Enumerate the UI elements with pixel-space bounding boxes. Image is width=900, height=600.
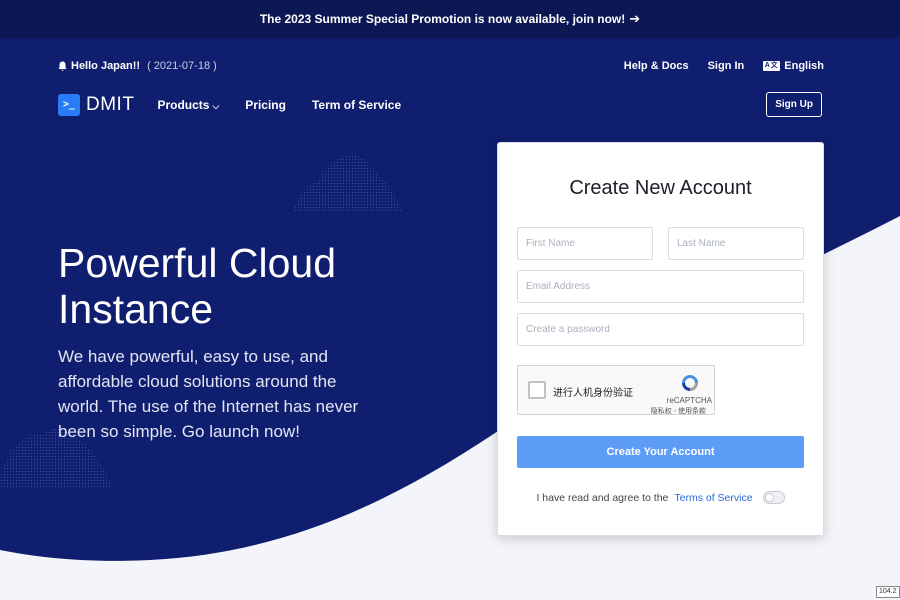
language-selector[interactable]: A文 English <box>763 60 824 72</box>
email-placeholder: Email Address <box>526 281 590 292</box>
help-docs-link[interactable]: Help & Docs <box>624 60 689 72</box>
sign-up-button[interactable]: Sign Up <box>766 92 822 117</box>
greeting-date: ( 2021-07-18 ) <box>147 60 217 72</box>
nav-item-terms[interactable]: Term of Service <box>312 98 401 112</box>
hero-subtext: We have powerful, easy to use, and affor… <box>58 347 359 441</box>
hero-headline: Powerful Cloud Instance <box>58 240 337 332</box>
corner-tag: 104.2 <box>876 586 900 598</box>
first-name-placeholder: First Name <box>526 238 575 249</box>
agree-toggle[interactable] <box>762 491 785 504</box>
chevron-down-icon: ⌵ <box>212 100 220 111</box>
language-label: English <box>784 60 824 72</box>
top-links: Help & Docs Sign In A文 English <box>624 60 824 72</box>
top-bar: Hello Japan!! ( 2021-07-18 ) Help & Docs… <box>58 58 824 74</box>
brand-name: DMIT <box>86 93 135 115</box>
first-name-field[interactable]: First Name <box>517 227 653 260</box>
agree-text: I have read and agree to the <box>536 491 669 504</box>
greeting: Hello Japan!! ( 2021-07-18 ) <box>58 60 217 72</box>
terminal-icon: >_ <box>58 93 80 116</box>
translate-icon: A文 <box>763 61 781 71</box>
promo-banner[interactable]: The 2023 Summer Special Promotion is now… <box>0 0 900 38</box>
terms-agreement: I have read and agree to the Terms of Se… <box>498 491 823 504</box>
main-nav: >_ DMIT Products ⌵ Pricing Term of Servic… <box>58 92 822 117</box>
brand-logo[interactable]: >_ DMIT <box>58 93 135 116</box>
password-placeholder: Create a password <box>526 324 610 335</box>
recaptcha-label: 进行人机身份验证 <box>553 388 633 399</box>
recaptcha-icon <box>682 375 698 391</box>
recaptcha-checkbox[interactable] <box>528 381 546 399</box>
bell-icon <box>58 61 67 71</box>
last-name-field[interactable]: Last Name <box>668 227 804 260</box>
nav-item-pricing[interactable]: Pricing <box>245 98 286 112</box>
recaptcha-terms-link[interactable]: 隐私权 - 使用条款 <box>651 406 706 416</box>
recaptcha-brand: reCAPTCHA <box>666 396 712 405</box>
last-name-placeholder: Last Name <box>677 238 726 249</box>
promo-text[interactable]: The 2023 Summer Special Promotion is now… <box>260 12 625 26</box>
form-title: Create New Account <box>569 177 752 199</box>
recaptcha-widget: 进行人机身份验证 reCAPTCHA 隐私权 - 使用条款 <box>517 365 715 415</box>
create-account-button[interactable]: Create Your Account <box>517 436 804 468</box>
arrow-right-icon: ➔ <box>629 11 641 26</box>
nav-item-products-label: Products <box>157 97 210 112</box>
nav-links: Products ⌵ Pricing Term of Service <box>157 98 401 112</box>
greeting-text: Hello Japan!! <box>71 60 141 72</box>
sign-in-link[interactable]: Sign In <box>708 60 745 72</box>
password-field[interactable]: Create a password <box>517 313 804 346</box>
signup-card: Create New Account First Name Last Name … <box>497 142 824 536</box>
nav-item-products[interactable]: Products ⌵ <box>157 98 219 112</box>
toggle-knob <box>764 493 774 502</box>
terms-of-service-link[interactable]: Terms of Service <box>674 492 752 504</box>
email-field[interactable]: Email Address <box>517 270 804 303</box>
